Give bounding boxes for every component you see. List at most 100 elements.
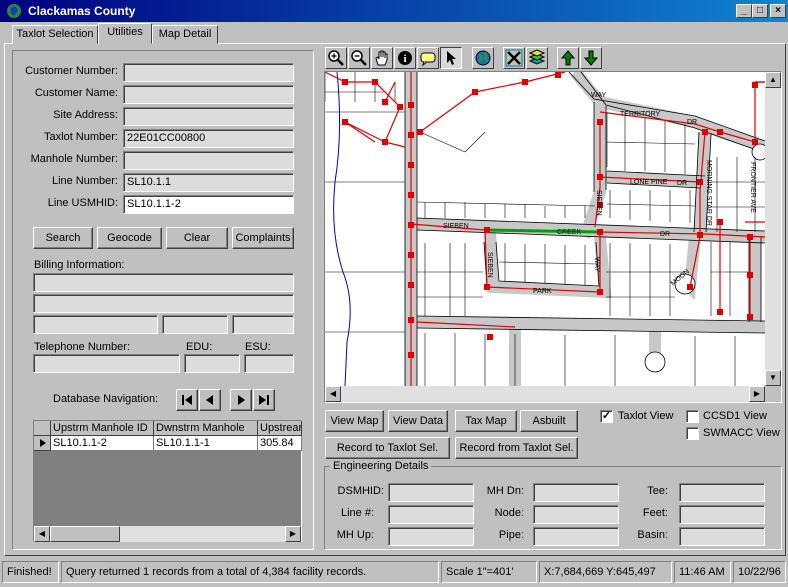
record-from-taxlot-button[interactable]: Record from Taxlot Sel. <box>455 437 578 459</box>
ccsd1-view-checkbox[interactable] <box>686 410 699 423</box>
row-selector[interactable] <box>34 436 51 451</box>
telephone-field[interactable] <box>33 354 180 373</box>
maximize-button[interactable]: □ <box>752 4 768 18</box>
map-scroll-right-button[interactable]: ▶ <box>749 386 765 402</box>
grid-header-upstream-invert[interactable]: Upstrear <box>258 421 302 436</box>
tax-map-button[interactable]: Tax Map <box>455 410 517 432</box>
billing-line-1[interactable] <box>33 273 294 292</box>
move-down-button[interactable] <box>580 47 602 69</box>
table-row-cell[interactable]: SL10.1.1-1 <box>154 436 258 451</box>
search-button[interactable]: Search <box>33 227 93 249</box>
billing-city-field[interactable] <box>33 315 158 334</box>
map-scroll-up-button[interactable]: ▲ <box>765 72 781 88</box>
taxlot-view-label: Taxlot View <box>618 410 674 422</box>
zoom-in-button[interactable] <box>325 47 347 69</box>
line-usmhid-label: Line USMHID: <box>47 197 118 209</box>
grid-header-downstream[interactable]: Dwnstrm Manhole <box>154 421 258 436</box>
grid-scroll-thumb[interactable] <box>50 526 120 542</box>
manhole-number-field[interactable] <box>123 151 294 170</box>
edu-field[interactable] <box>184 354 240 373</box>
line-number-label: Line Number: <box>51 175 118 187</box>
map-scroll-left-button[interactable]: ◀ <box>325 386 341 402</box>
tab-taxlot-selection[interactable]: Taxlot Selection <box>12 25 98 44</box>
table-row-cell[interactable]: 305.84 <box>258 436 302 451</box>
site-address-label: Site Address: <box>53 109 118 121</box>
pipe-label: Pipe: <box>498 529 524 541</box>
hand-icon <box>375 50 388 66</box>
billing-state-field[interactable] <box>162 315 228 334</box>
grid-hscrollbar[interactable]: ◀ ▶ <box>34 526 301 542</box>
edu-label: EDU: <box>186 341 213 353</box>
line-hash-field[interactable] <box>388 505 474 524</box>
label-button[interactable] <box>417 47 439 69</box>
node-field[interactable] <box>533 505 619 524</box>
customer-name-field[interactable] <box>123 85 294 104</box>
nav-last-button[interactable] <box>253 389 275 411</box>
title-bar: Clackamas County _ □ × <box>0 0 788 22</box>
window-title: Clackamas County <box>28 4 136 18</box>
zoom-out-button[interactable] <box>348 47 370 69</box>
line-number-field[interactable]: SL10.1.1 <box>123 173 294 192</box>
customer-number-field[interactable] <box>123 63 294 82</box>
basin-field[interactable] <box>679 527 765 546</box>
esu-label: ESU: <box>245 341 271 353</box>
clear-selection-button[interactable] <box>503 47 525 69</box>
full-extent-button[interactable] <box>472 47 494 69</box>
map-vscrollbar[interactable]: ▲ ▼ <box>765 72 781 386</box>
customer-number-label: Customer Number: <box>25 65 118 77</box>
map-hscrollbar[interactable]: ◀ ▶ <box>325 386 765 402</box>
site-address-field[interactable] <box>123 107 294 126</box>
map-canvas[interactable]: TERRITORY DR WAY LONE PINE DR MORNING ST… <box>325 72 765 386</box>
record-to-taxlot-button[interactable]: Record to Taxlot Sel. <box>325 437 450 459</box>
select-button[interactable] <box>440 47 462 69</box>
current-row-icon <box>40 439 46 447</box>
map-label-lone-pine: LONE PINE <box>630 179 668 186</box>
scroll-left-button[interactable]: ◀ <box>34 526 50 542</box>
table-row-cell[interactable]: SL10.1.1-2 <box>51 436 154 451</box>
nav-first-button[interactable] <box>176 389 198 411</box>
mh-dn-field[interactable] <box>533 483 619 502</box>
view-map-button[interactable]: View Map <box>325 410 384 432</box>
map-label-park: PARK <box>533 288 552 295</box>
arrow-up-icon <box>560 50 576 66</box>
info-icon: i <box>398 51 412 65</box>
map-scroll-down-button[interactable]: ▼ <box>765 370 781 386</box>
view-data-button[interactable]: View Data <box>388 410 448 432</box>
tee-field[interactable] <box>679 483 765 502</box>
layers-button[interactable] <box>526 47 548 69</box>
line-usmhid-field[interactable]: SL10.1.1-2 <box>123 195 294 214</box>
tab-map-detail[interactable]: Map Detail <box>152 25 218 44</box>
scroll-right-button[interactable]: ▶ <box>285 526 301 542</box>
feet-field[interactable] <box>679 505 765 524</box>
close-button[interactable]: × <box>770 4 786 18</box>
map-view[interactable]: TERRITORY DR WAY LONE PINE DR MORNING ST… <box>324 71 782 403</box>
grid-corner <box>34 421 51 436</box>
taxlot-view-checkbox[interactable]: ✓ <box>600 410 613 423</box>
identify-button[interactable]: i <box>394 47 416 69</box>
esu-field[interactable] <box>244 354 294 373</box>
asbuilt-button[interactable]: Asbuilt <box>520 410 578 432</box>
map-label-sieben-vertical-2: SIEBEN <box>486 252 493 278</box>
dsmhid-field[interactable] <box>388 483 474 502</box>
engineering-details-title: Engineering Details <box>330 460 432 472</box>
pan-button[interactable] <box>371 47 393 69</box>
complaints-button[interactable]: Complaints <box>232 227 294 249</box>
status-scale: Scale 1"=401' <box>441 561 537 583</box>
billing-info-label: Billing Information: <box>34 259 125 271</box>
grid-header-upstream-id[interactable]: Upstrm Manhole ID <box>51 421 154 436</box>
pipe-field[interactable] <box>533 527 619 546</box>
clear-button[interactable]: Clear <box>166 227 228 249</box>
first-record-icon <box>182 395 192 405</box>
taxlot-number-field[interactable]: 22E01CC00800 <box>123 129 294 148</box>
nav-next-button[interactable] <box>230 389 252 411</box>
minimize-button[interactable]: _ <box>736 4 752 18</box>
mh-up-field[interactable] <box>388 527 474 546</box>
billing-zip-field[interactable] <box>232 315 294 334</box>
database-navigation-label: Database Navigation: <box>53 393 159 405</box>
tab-utilities[interactable]: Utilities <box>98 23 152 44</box>
move-up-button[interactable] <box>557 47 579 69</box>
swmacc-view-checkbox[interactable] <box>686 427 699 440</box>
geocode-button[interactable]: Geocode <box>97 227 162 249</box>
nav-prev-button[interactable] <box>199 389 221 411</box>
billing-line-2[interactable] <box>33 294 294 313</box>
